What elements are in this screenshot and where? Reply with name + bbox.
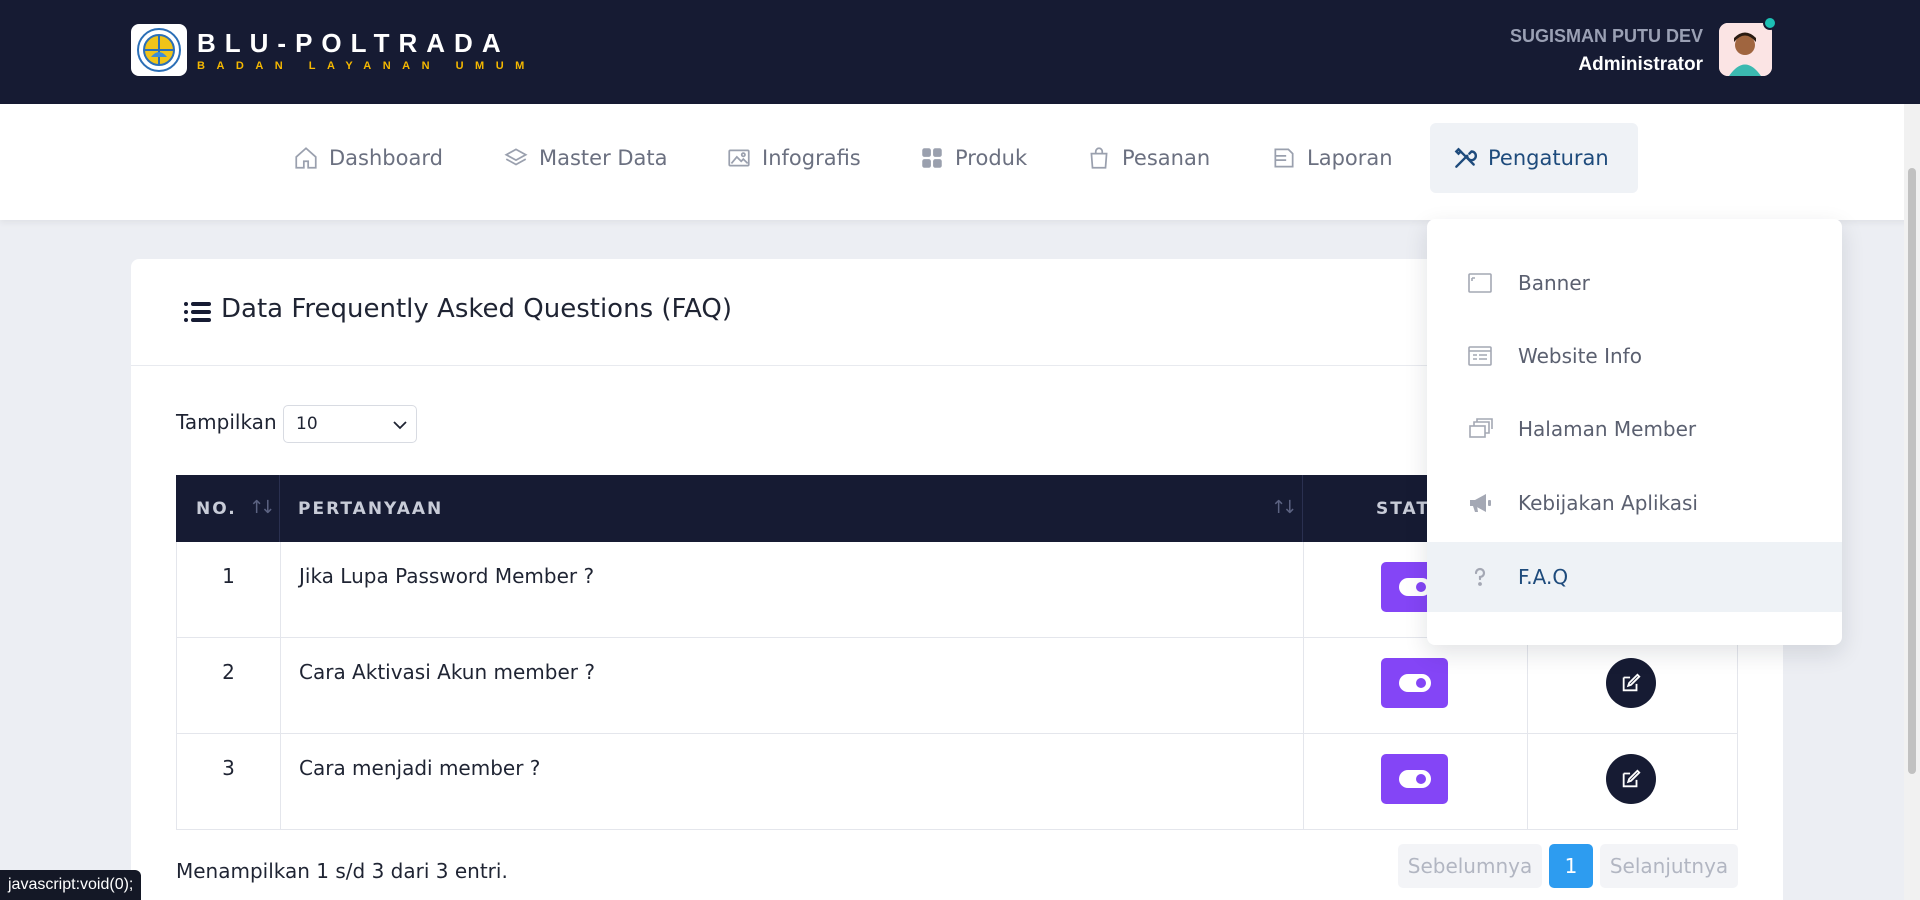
- banner-icon: [1468, 273, 1492, 293]
- row-question: Cara menjadi member ?: [299, 756, 541, 780]
- page-title: Data Frequently Asked Questions (FAQ): [221, 294, 733, 324]
- table-info: Menampilkan 1 s/d 3 dari 3 entri.: [176, 859, 508, 883]
- user-role: Administrator: [1578, 54, 1703, 75]
- dropdown-item-label: Website Info: [1518, 344, 1642, 368]
- top-header: BLU-POLTRADA BADAN LAYANAN UMUM SUGISMAN…: [0, 0, 1920, 104]
- list-icon: [184, 302, 211, 322]
- brand-subtitle: BADAN LAYANAN UMUM: [197, 60, 536, 72]
- edit-button[interactable]: [1606, 754, 1656, 804]
- nav-item-infografis[interactable]: Infografis: [726, 123, 861, 193]
- online-status-dot: [1763, 16, 1777, 30]
- user-name: SUGISMAN PUTU DEV: [1509, 26, 1703, 46]
- nav-item-label: Master Data: [539, 146, 668, 170]
- main-nav: Dashboard Master Data Infografis Produk …: [0, 104, 1920, 220]
- nav-item-label: Infografis: [762, 146, 861, 170]
- bag-icon: [1090, 147, 1108, 169]
- toggle-on-icon: [1398, 578, 1431, 596]
- edit-icon: [1622, 769, 1641, 788]
- brand-logo[interactable]: [131, 24, 187, 76]
- settings-dropdown-menu: Banner Website Info Halaman Member Kebij…: [1427, 219, 1842, 645]
- status-toggle-button[interactable]: [1381, 658, 1448, 708]
- document-icon: [1274, 148, 1294, 168]
- edit-icon: [1622, 673, 1641, 692]
- column-header-no[interactable]: NO.: [196, 475, 237, 542]
- pagination-prev-button[interactable]: Sebelumnya: [1398, 844, 1542, 888]
- dropdown-item-banner[interactable]: Banner: [1427, 248, 1842, 318]
- table-row: 2 Cara Aktivasi Akun member ?: [176, 638, 1738, 734]
- scrollbar-thumb[interactable]: [1908, 168, 1916, 774]
- dropdown-item-faq[interactable]: F.A.Q: [1427, 542, 1842, 612]
- pages-icon: [1469, 418, 1493, 438]
- megaphone-icon: [1470, 494, 1491, 512]
- status-toggle-button[interactable]: [1381, 754, 1448, 804]
- row-question: Jika Lupa Password Member ?: [299, 564, 595, 588]
- dropdown-item-label: Kebijakan Aplikasi: [1518, 491, 1698, 515]
- nav-item-label: Dashboard: [329, 146, 443, 170]
- page-length-select[interactable]: 10: [283, 405, 417, 443]
- nav-item-master-data[interactable]: Master Data: [503, 123, 668, 193]
- nav-item-dashboard[interactable]: Dashboard: [293, 123, 443, 193]
- nav-item-produk[interactable]: Produk: [919, 123, 1027, 193]
- dropdown-item-halaman-member[interactable]: Halaman Member: [1427, 394, 1842, 464]
- column-divider: [279, 475, 280, 542]
- brand-title: BLU-POLTRADA: [197, 28, 510, 58]
- edit-button[interactable]: [1606, 658, 1656, 708]
- column-divider: [1302, 475, 1303, 542]
- row-number: 2: [222, 660, 235, 684]
- dropdown-item-kebijakan-aplikasi[interactable]: Kebijakan Aplikasi: [1427, 468, 1842, 538]
- dropdown-item-label: Halaman Member: [1518, 417, 1697, 441]
- row-number: 3: [222, 756, 235, 780]
- dropdown-item-label: F.A.Q: [1518, 565, 1569, 589]
- column-header-status[interactable]: STAT: [1376, 475, 1430, 542]
- cell-divider: [1527, 638, 1528, 734]
- cell-divider: [1527, 734, 1528, 830]
- grid-icon: [922, 148, 942, 168]
- question-icon: [1474, 567, 1486, 586]
- brand-text: BLU-POLTRADA BADAN LAYANAN UMUM: [197, 29, 536, 72]
- column-header-pertanyaan[interactable]: PERTANYAAN: [298, 475, 443, 542]
- table-row: 3 Cara menjadi member ?: [176, 734, 1738, 830]
- page-length-value: 10: [296, 414, 318, 434]
- sort-icon[interactable]: ↑↓: [249, 497, 275, 518]
- layers-icon: [504, 148, 528, 166]
- row-question: Cara Aktivasi Akun member ?: [299, 660, 595, 684]
- browser-status-url: javascript:void(0);: [0, 870, 142, 900]
- nav-item-pengaturan[interactable]: Pengaturan: [1430, 123, 1638, 193]
- avatar[interactable]: [1719, 23, 1772, 76]
- cell-divider: [1303, 542, 1304, 638]
- cell-divider: [1303, 638, 1304, 734]
- dropdown-item-website-info[interactable]: Website Info: [1427, 321, 1842, 391]
- tools-icon: [1454, 147, 1478, 168]
- nav-item-laporan[interactable]: Laporan: [1271, 123, 1393, 193]
- cell-divider: [280, 638, 281, 734]
- chevron-down-icon: [393, 421, 407, 430]
- pagination-next-button[interactable]: Selanjutnya: [1600, 844, 1738, 888]
- cell-divider: [280, 542, 281, 638]
- nav-item-label: Laporan: [1307, 146, 1393, 170]
- dropdown-item-label: Banner: [1518, 271, 1590, 295]
- toggle-on-icon: [1398, 674, 1431, 692]
- nav-item-label: Pengaturan: [1488, 146, 1609, 170]
- nav-item-label: Produk: [955, 146, 1028, 170]
- row-number: 1: [222, 564, 235, 588]
- home-icon: [295, 147, 317, 169]
- website-info-icon: [1468, 346, 1492, 366]
- user-info[interactable]: SUGISMAN PUTU DEV Administrator: [1510, 26, 1703, 76]
- toggle-on-icon: [1398, 770, 1431, 788]
- image-icon: [728, 149, 750, 167]
- cell-divider: [1303, 734, 1304, 830]
- cell-divider: [280, 734, 281, 830]
- length-label: Tampilkan: [176, 410, 277, 434]
- sort-icon[interactable]: ↑↓: [1271, 497, 1297, 518]
- nav-item-label: Pesanan: [1122, 146, 1211, 170]
- nav-item-pesanan[interactable]: Pesanan: [1086, 123, 1210, 193]
- pagination-page-button[interactable]: 1: [1549, 844, 1593, 888]
